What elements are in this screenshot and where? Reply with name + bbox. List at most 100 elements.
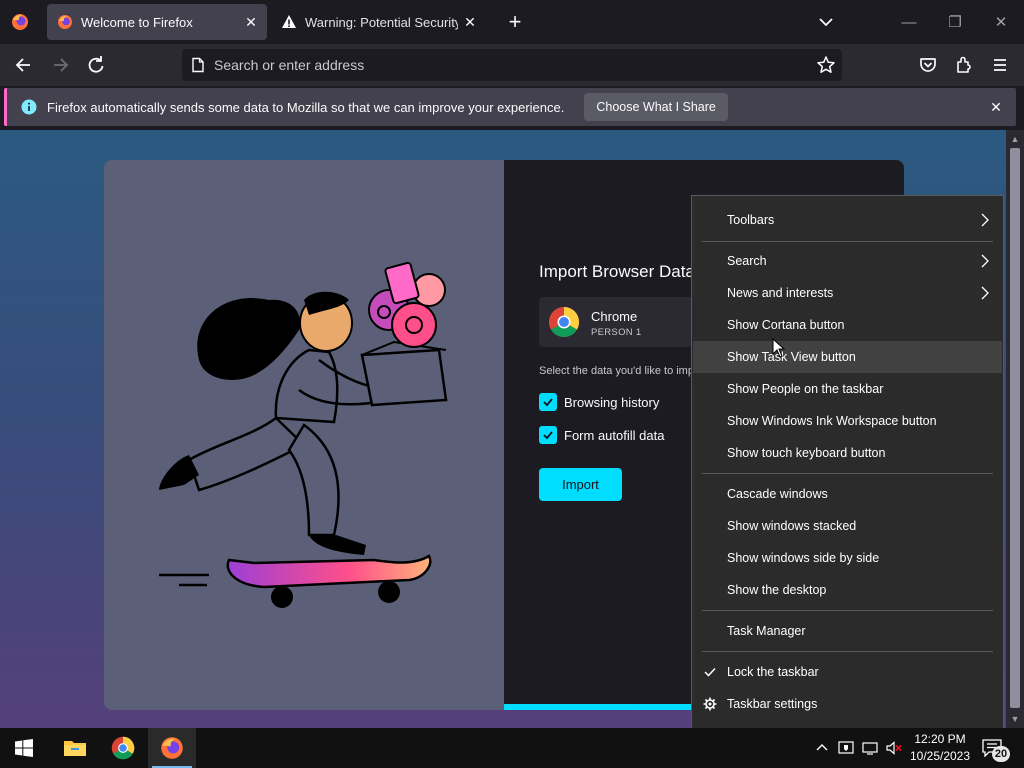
menu-item-label: Lock the taskbar bbox=[727, 665, 819, 679]
chrome-icon bbox=[111, 736, 135, 760]
form-autofill-option[interactable]: Form autofill data bbox=[539, 426, 664, 444]
choose-what-i-share-button[interactable]: Choose What I Share bbox=[584, 93, 728, 121]
menu-item-show-task-view-button[interactable]: Show Task View button bbox=[693, 341, 1002, 373]
chevron-right-icon bbox=[981, 254, 989, 268]
pocket-icon[interactable] bbox=[915, 53, 941, 77]
checkmark-icon bbox=[704, 667, 716, 677]
menu-item-show-touch-keyboard-button[interactable]: Show touch keyboard button bbox=[693, 437, 1002, 469]
menu-item-label: Show the desktop bbox=[727, 583, 827, 597]
navigation-toolbar bbox=[0, 44, 1024, 86]
taskbar: 12:20 PM 10/25/2023 20 bbox=[0, 728, 1024, 768]
close-window-icon[interactable]: ✕ bbox=[987, 8, 1015, 36]
extensions-icon[interactable] bbox=[951, 53, 977, 77]
firefox-taskbar-button[interactable] bbox=[148, 728, 196, 768]
restore-icon[interactable]: ❐ bbox=[941, 8, 969, 36]
menu-item-cascade-windows[interactable]: Cascade windows bbox=[693, 478, 1002, 510]
menu-item-label: Show windows side by side bbox=[727, 551, 880, 565]
menu-item-show-windows-side-by-side[interactable]: Show windows side by side bbox=[693, 542, 1002, 574]
progress-fill bbox=[504, 704, 704, 710]
title-bar: Welcome to Firefox ✕ Warning: Potential … bbox=[0, 0, 1024, 44]
firefox-icon bbox=[161, 737, 183, 759]
select-data-prompt: Select the data you'd like to import bbox=[539, 365, 707, 377]
menu-item-label: Show touch keyboard button bbox=[727, 446, 886, 460]
taskbar-context-menu: Toolbars Search News and interests Show Cor… bbox=[691, 195, 1004, 729]
start-button[interactable] bbox=[0, 728, 48, 768]
menu-item-label: Toolbars bbox=[727, 213, 775, 227]
menu-item-toolbars[interactable]: Toolbars bbox=[693, 204, 1002, 236]
menu-item-lock-the-taskbar[interactable]: Lock the taskbar bbox=[693, 656, 1002, 688]
minimize-icon[interactable]: — bbox=[895, 8, 923, 36]
scroll-up-icon[interactable]: ▲ bbox=[1009, 133, 1021, 145]
menu-separator bbox=[702, 241, 993, 242]
import-title: Import Browser Data bbox=[539, 262, 695, 281]
scroll-down-icon[interactable]: ▼ bbox=[1009, 713, 1021, 725]
menu-item-search[interactable]: Search bbox=[693, 245, 1002, 277]
mouse-cursor-icon bbox=[772, 338, 786, 358]
menu-item-label: Show Windows Ink Workspace button bbox=[727, 414, 937, 428]
volume-muted-icon[interactable] bbox=[886, 740, 902, 756]
menu-item-label: Show Task View button bbox=[727, 350, 856, 364]
forward-icon[interactable] bbox=[47, 53, 73, 77]
menu-separator bbox=[702, 651, 993, 652]
chevron-right-icon bbox=[981, 213, 989, 227]
notification-count-badge: 20 bbox=[992, 746, 1010, 762]
back-icon[interactable] bbox=[11, 53, 37, 77]
url-input[interactable] bbox=[214, 49, 794, 81]
firefox-menu-icon[interactable] bbox=[10, 12, 30, 32]
checkbox-checked-icon[interactable] bbox=[539, 393, 557, 411]
warning-icon bbox=[282, 15, 296, 28]
checkbox-checked-icon[interactable] bbox=[539, 426, 557, 444]
page-icon bbox=[192, 57, 204, 73]
chevron-up-icon[interactable] bbox=[814, 740, 830, 756]
menu-item-task-manager[interactable]: Task Manager bbox=[693, 615, 1002, 647]
network-icon[interactable] bbox=[862, 740, 878, 756]
close-tab-icon[interactable]: ✕ bbox=[239, 10, 263, 34]
action-center-button[interactable]: 20 bbox=[982, 739, 1010, 762]
clock[interactable]: 12:20 PM 10/25/2023 bbox=[906, 731, 974, 765]
clock-date: 10/25/2023 bbox=[909, 749, 971, 763]
new-tab-button[interactable]: + bbox=[503, 9, 527, 34]
option-label: Browsing history bbox=[564, 394, 660, 410]
skateboarder-illustration bbox=[159, 261, 448, 608]
clock-time: 12:20 PM bbox=[914, 732, 966, 746]
menu-item-label: Show People on the taskbar bbox=[727, 382, 884, 396]
scroll-thumb[interactable] bbox=[1010, 148, 1020, 708]
menu-item-label: Taskbar settings bbox=[727, 697, 818, 711]
list-all-tabs-icon[interactable] bbox=[815, 12, 837, 32]
bookmark-star-icon[interactable] bbox=[816, 55, 836, 75]
reload-icon[interactable] bbox=[83, 53, 109, 77]
chevron-right-icon bbox=[981, 286, 989, 300]
menu-separator bbox=[702, 610, 993, 611]
chrome-icon bbox=[548, 307, 580, 338]
browsing-history-option[interactable]: Browsing history bbox=[539, 393, 659, 411]
menu-item-label: Search bbox=[727, 254, 767, 268]
tab-security-warning[interactable]: Warning: Potential Security Risk Ahead ✕ bbox=[271, 4, 486, 40]
menu-item-show-cortana-button[interactable]: Show Cortana button bbox=[693, 309, 1002, 341]
menu-item-news-and-interests[interactable]: News and interests bbox=[693, 277, 1002, 309]
option-label: Form autofill data bbox=[564, 427, 665, 443]
hamburger-menu-icon[interactable] bbox=[987, 53, 1013, 77]
file-explorer-button[interactable] bbox=[51, 728, 99, 768]
security-center-icon[interactable] bbox=[838, 740, 854, 756]
file-explorer-icon bbox=[64, 741, 86, 756]
import-button[interactable]: Import bbox=[539, 468, 622, 501]
vertical-scrollbar[interactable]: ▲ ▼ bbox=[1006, 130, 1024, 728]
menu-item-show-windows-ink-workspace-button[interactable]: Show Windows Ink Workspace button bbox=[693, 405, 1002, 437]
close-notification-icon[interactable]: ✕ bbox=[986, 97, 1006, 117]
telemetry-notification-bar: Firefox automatically sends some data to… bbox=[4, 88, 1016, 126]
chrome-taskbar-button[interactable] bbox=[99, 728, 147, 768]
notification-text: Firefox automatically sends some data to… bbox=[47, 99, 565, 115]
info-icon bbox=[21, 99, 37, 115]
browser-name: Chrome bbox=[591, 309, 638, 324]
menu-item-label: Show Cortana button bbox=[727, 318, 845, 332]
gear-icon bbox=[703, 697, 717, 711]
tab-welcome[interactable]: Welcome to Firefox ✕ bbox=[47, 4, 267, 40]
menu-item-show-people-on-the-taskbar[interactable]: Show People on the taskbar bbox=[693, 373, 1002, 405]
menu-item-taskbar-settings[interactable]: Taskbar settings bbox=[693, 688, 1002, 720]
menu-item-show-the-desktop[interactable]: Show the desktop bbox=[693, 574, 1002, 606]
close-tab-icon[interactable]: ✕ bbox=[458, 10, 482, 34]
windows-start-icon bbox=[15, 739, 33, 757]
menu-item-show-windows-stacked[interactable]: Show windows stacked bbox=[693, 510, 1002, 542]
address-bar[interactable] bbox=[182, 49, 842, 81]
menu-separator bbox=[702, 473, 993, 474]
